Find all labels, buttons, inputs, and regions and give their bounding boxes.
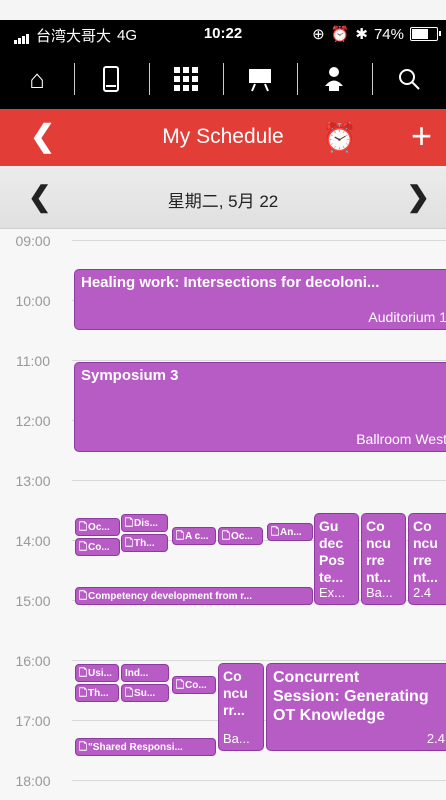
concurrent-session-column[interactable]: Co ncu rre nt... Ba... xyxy=(361,513,406,605)
document-icon: 🗋 xyxy=(79,742,88,753)
event-healing-work[interactable]: Healing work: Intersections for decoloni… xyxy=(74,269,446,330)
grid-icon[interactable] xyxy=(148,49,223,109)
top-nav: ⌂ xyxy=(0,49,446,109)
add-icon[interactable]: + xyxy=(411,115,432,157)
session-chip[interactable]: 🗋Oc... xyxy=(218,527,263,545)
session-chip[interactable]: 🗋Th... xyxy=(121,534,168,552)
document-icon: 🗋 xyxy=(271,527,280,538)
hour-label: 15:00 xyxy=(15,593,51,609)
speaker-icon[interactable] xyxy=(297,49,371,109)
home-icon[interactable]: ⌂ xyxy=(0,49,74,109)
event-symposium-3[interactable]: Symposium 3 Ballroom West xyxy=(74,362,446,452)
session-chip[interactable]: 🗋Su... xyxy=(121,684,169,702)
phone-icon[interactable] xyxy=(74,49,148,109)
alarm-clock-icon[interactable]: ⏰ xyxy=(322,121,357,154)
document-icon: 🗋 xyxy=(79,542,88,553)
document-icon: 🗋 xyxy=(176,531,185,542)
status-bar: 台湾大哥大 4G 10:22 ⊕ ⏰ ✱ 74% xyxy=(0,20,446,49)
session-chip[interactable]: 🗋A c... xyxy=(172,527,216,545)
event-location: Auditorium 1 xyxy=(368,309,446,325)
hour-line xyxy=(72,480,446,481)
event-title: Symposium 3 xyxy=(81,367,179,384)
document-icon: 🗋 xyxy=(79,668,88,679)
hour-line xyxy=(72,360,446,361)
document-icon: 🗋 xyxy=(125,688,134,699)
page-title: My Schedule xyxy=(162,125,284,148)
session-chip[interactable]: 🗋"Shared Responsi... xyxy=(75,738,216,756)
session-chip[interactable]: 🗋Competency development from r... xyxy=(75,587,313,605)
app-window: 台湾大哥大 4G 10:22 ⊕ ⏰ ✱ 74% ⌂ ❮ My Schedule… xyxy=(0,0,446,800)
schedule-grid[interactable]: 09:00 10:00 11:00 12:00 13:00 14:00 15:0… xyxy=(0,229,446,800)
battery-percent: 74% xyxy=(373,25,404,43)
hour-label: 16:00 xyxy=(15,653,51,669)
session-chip[interactable]: 🗋Dis... xyxy=(121,514,168,532)
concurrent-session-column[interactable]: Co ncu rr... Ba... xyxy=(218,663,264,751)
document-icon: 🗋 xyxy=(79,688,88,699)
hour-line xyxy=(72,780,446,781)
event-location: Ballroom West xyxy=(356,431,446,447)
hour-label: 14:00 xyxy=(15,533,51,549)
session-chip[interactable]: 🗋Th... xyxy=(75,684,119,702)
document-icon: 🗋 xyxy=(79,591,88,602)
date-navigator: ❮ 星期二, 5月 22 ❯ xyxy=(0,166,446,229)
session-chip[interactable]: 🗋Usi... xyxy=(75,664,119,682)
hour-line xyxy=(72,660,446,661)
document-icon: 🗋 xyxy=(222,531,231,542)
document-icon: 🗋 xyxy=(125,538,134,549)
session-chip[interactable]: 🗋Oc... xyxy=(75,518,120,536)
hour-label: 13:00 xyxy=(15,473,51,489)
hour-label: 17:00 xyxy=(15,713,51,729)
hour-label: 18:00 xyxy=(15,773,51,789)
session-chip[interactable]: 🗋An... xyxy=(267,523,313,541)
concurrent-session-column[interactable]: Gu dec Pos te... Ex... xyxy=(314,513,359,605)
hour-label: 10:00 xyxy=(15,293,51,309)
document-icon: 🗋 xyxy=(79,522,88,533)
hour-label: 11:00 xyxy=(16,353,50,369)
document-icon: 🗋 xyxy=(176,680,185,691)
hour-label: 12:00 xyxy=(15,413,51,429)
alarm-status-icon: ⏰ xyxy=(330,26,350,43)
event-title: Healing work: Intersections for decoloni… xyxy=(81,274,380,291)
document-icon: 🗋 xyxy=(125,518,134,529)
hour-line xyxy=(72,240,446,241)
bluetooth-icon: ✱ xyxy=(355,26,368,43)
concurrent-session-column[interactable]: Co ncu rre nt... 2.4 xyxy=(408,513,446,605)
session-chip[interactable]: Ind... xyxy=(121,664,169,682)
header-bar: ❮ My Schedule ⏰ + xyxy=(0,109,446,166)
event-concurrent-session[interactable]: Concurrent Session: Generating OT Knowle… xyxy=(266,663,446,751)
hour-label: 09:00 xyxy=(15,233,51,249)
battery-icon xyxy=(410,27,441,41)
session-chip[interactable]: 🗋Co... xyxy=(75,538,120,556)
presentation-icon[interactable] xyxy=(222,49,297,109)
current-date: 星期二, 5月 22 xyxy=(167,192,279,211)
next-day-icon[interactable]: ❯ xyxy=(407,180,430,213)
rotation-lock-icon: ⊕ xyxy=(312,26,325,43)
search-icon[interactable] xyxy=(371,49,446,109)
session-chip[interactable]: 🗋Co... xyxy=(172,676,216,694)
